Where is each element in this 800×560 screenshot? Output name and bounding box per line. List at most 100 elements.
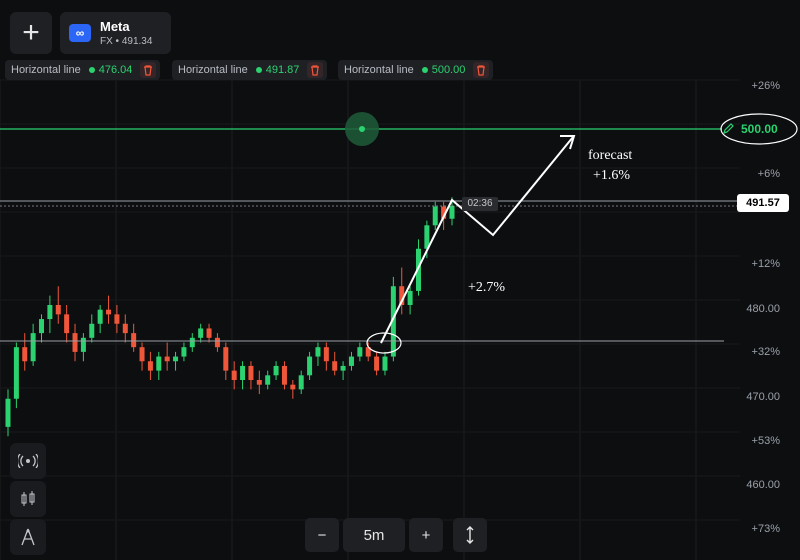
horizontal-line-chip[interactable]: Horizontal line 476.04 [5, 60, 161, 80]
candle-body [72, 333, 78, 352]
candle-body [181, 347, 187, 357]
chip-value: 476.04 [98, 64, 133, 76]
candle-body [248, 365, 254, 380]
candle-timer: 02:36 [462, 197, 498, 211]
candle-body [147, 361, 153, 371]
candle-body [114, 314, 120, 324]
pencil-icon[interactable] [722, 123, 734, 135]
candle-body [432, 206, 438, 226]
candle-body [139, 347, 145, 362]
candle-body [5, 398, 11, 427]
candle-body [39, 319, 45, 334]
candles-layer [5, 197, 455, 437]
signal-button[interactable] [10, 443, 46, 479]
candle-body [348, 356, 354, 366]
candle-body [315, 347, 321, 357]
trash-icon[interactable] [140, 62, 157, 78]
current-price-tag: 491.57 [737, 194, 789, 212]
candle-body [30, 333, 36, 362]
vertical-scale-button[interactable] [453, 518, 487, 552]
chip-label: Horizontal line [178, 64, 248, 76]
zoom-in-button[interactable]: + [409, 518, 443, 552]
axis-label: +12% [751, 258, 780, 270]
candles-icon [21, 491, 35, 506]
candle-body [55, 305, 61, 315]
candle-body [449, 205, 455, 219]
axis-label: +73% [751, 523, 780, 535]
candle-body [106, 309, 112, 315]
axis-label: +53% [751, 435, 780, 447]
horizontal-line-chip[interactable]: Horizontal line 500.00 [338, 60, 494, 80]
timeframe-selector[interactable]: 5m [343, 518, 405, 552]
candle-body [89, 323, 95, 338]
candle-body [64, 314, 70, 334]
forecast-label: forecast [588, 148, 633, 163]
candle-body [340, 365, 346, 371]
axis-label: 480.00 [746, 303, 780, 315]
candle-body [240, 365, 246, 380]
candle-body [13, 347, 19, 399]
meta-logo-icon: ∞ [69, 24, 91, 42]
candle-body [223, 347, 229, 371]
line-handle-dot [359, 126, 365, 132]
horizontal-line-chip[interactable]: Horizontal line 491.87 [172, 60, 328, 80]
candle-body [122, 323, 128, 334]
candle-body [357, 347, 363, 357]
candle-body [307, 356, 313, 376]
target-price-tag[interactable]: 500.00 [722, 119, 784, 139]
candle-body [256, 380, 262, 385]
signal-icon [18, 454, 38, 468]
asset-selector[interactable]: ∞ Meta FX • 491.34 [60, 12, 171, 54]
candle-body [47, 305, 53, 320]
chip-value: 500.00 [431, 64, 466, 76]
draw-icon [21, 528, 35, 546]
chip-label: Horizontal line [11, 64, 81, 76]
axis-label: +32% [751, 346, 780, 358]
axis-label: 460.00 [746, 479, 780, 491]
candle-body [407, 290, 413, 305]
axis-label: 470.00 [746, 391, 780, 403]
candle-body [332, 361, 338, 371]
candle-body [214, 337, 220, 348]
candle-body [206, 328, 212, 338]
move-percent: +2.7% [468, 280, 506, 295]
candle-body [198, 328, 204, 338]
chart-type-button[interactable] [10, 481, 46, 517]
candle-body [173, 356, 179, 362]
target-price-value: 500.00 [741, 122, 778, 136]
green-dot-icon [255, 67, 262, 73]
vertical-arrows-icon [466, 526, 474, 544]
asset-subtitle: FX • 491.34 [100, 36, 153, 47]
candle-body [273, 365, 279, 376]
candle-body [156, 356, 162, 371]
price-chart[interactable] [0, 0, 800, 560]
trash-icon[interactable] [307, 62, 324, 78]
green-dot-icon [88, 67, 95, 73]
green-dot-icon [421, 67, 428, 73]
drawing-tools-button[interactable] [10, 519, 46, 555]
chip-label: Horizontal line [344, 64, 414, 76]
candle-body [323, 347, 329, 362]
candle-body [382, 356, 388, 371]
candle-body [298, 375, 304, 390]
asset-name: Meta [100, 19, 130, 34]
candle-body [231, 370, 237, 380]
candle-body [164, 356, 170, 362]
candle-body [189, 337, 195, 348]
candle-body [374, 356, 380, 371]
candle-body [265, 375, 271, 385]
timeframe-controls: − 5m + [305, 518, 487, 552]
candle-body [97, 309, 103, 324]
trash-icon[interactable] [473, 62, 490, 78]
candle-body [22, 347, 28, 362]
axis-label: +26% [751, 80, 780, 92]
candle-body [290, 384, 296, 390]
add-asset-button[interactable]: + [10, 12, 52, 54]
candle-body [281, 365, 287, 385]
chip-value: 491.87 [265, 64, 300, 76]
zoom-out-button[interactable]: − [305, 518, 339, 552]
candle-body [131, 333, 137, 348]
forecast-percent: +1.6% [593, 168, 631, 183]
candle-body [80, 337, 86, 352]
axis-label: +6% [757, 168, 780, 180]
